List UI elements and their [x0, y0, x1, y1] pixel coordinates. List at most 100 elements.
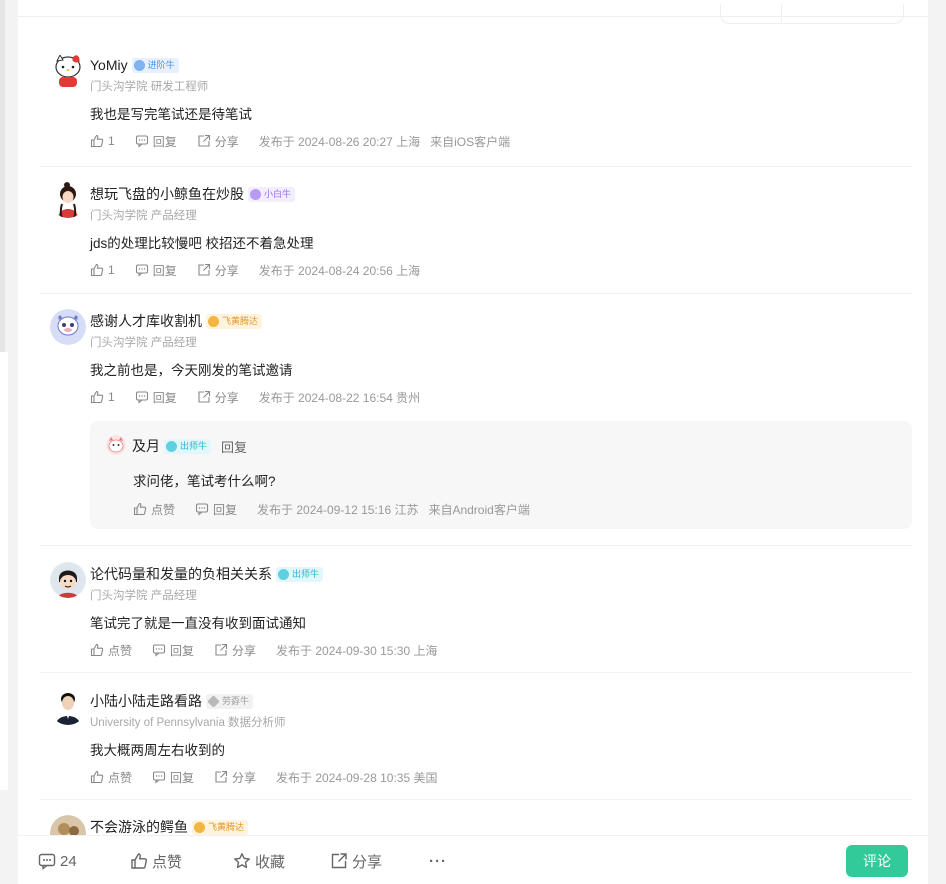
badge-icon — [250, 188, 261, 200]
username[interactable]: 不会游泳的鳄鱼 — [90, 817, 188, 835]
reply-label: 回复 — [170, 770, 195, 785]
comment-button-label: 评论 — [863, 853, 891, 869]
like-count: 1 — [108, 390, 115, 404]
post-time: 发布于 2024-09-12 15:16 江苏 — [257, 502, 419, 517]
post-time: 发布于 2024-08-22 16:54 贵州 — [258, 390, 421, 405]
comment-item: 小陆小陆走路看路 劳孬牛 University of Pennsylvania … — [50, 689, 912, 789]
like-label: 点赞 — [151, 502, 176, 517]
thumbs-up-icon — [131, 853, 148, 869]
level-badge: 飞黄腾达 — [206, 313, 263, 329]
reply-avatar[interactable] — [106, 435, 126, 455]
badge-icon — [133, 59, 145, 71]
reply-button[interactable]: 回复 — [135, 133, 177, 150]
level-badge: 进阶牛 — [131, 57, 179, 73]
avatar[interactable] — [50, 53, 86, 89]
username[interactable]: 小陆小陆走路看路 — [90, 691, 202, 711]
divider — [40, 545, 912, 546]
share-label: 分享 — [214, 390, 239, 405]
chat-bubble-icon — [152, 644, 166, 657]
comment-content: 我也是写完笔试还是待笔试 — [90, 107, 252, 122]
share-button[interactable]: 分享 — [197, 262, 239, 279]
reply-label: 回复 — [213, 502, 238, 517]
reply-button[interactable]: 回复 — [135, 262, 177, 279]
more-options-button[interactable]: ··· — [429, 851, 447, 871]
username[interactable]: 感谢人才库收割机 — [90, 311, 202, 331]
share-label: 分享 — [352, 853, 383, 871]
bottom-action-bar: 24 点赞 收藏 分享 ··· 评论 — [18, 835, 928, 884]
avatar[interactable] — [50, 562, 86, 598]
comment-content: 笔试完了就是一直没有收到面试通知 — [90, 616, 306, 631]
comment-item: 论代码量和发量的负相关关系 出师牛 门头沟学院 产品经理 笔试完了就是一直没有收… — [50, 562, 912, 662]
like-button[interactable]: 1 — [90, 134, 115, 148]
share-label: 分享 — [232, 643, 257, 658]
share-button[interactable]: 分享 — [214, 642, 256, 659]
comment-item: 想玩飞盘的小鲸鱼在炒股 小白牛 门头沟学院 产品经理 jds的处理比较慢吧 校招… — [50, 182, 912, 282]
comment-count-button[interactable]: 24 — [38, 851, 77, 871]
reply-content: 求问佬，笔试考什么啊? — [133, 474, 276, 489]
username[interactable]: YoMiy — [90, 57, 128, 73]
reply-username[interactable]: 及月 — [132, 436, 160, 456]
badge-label: 飞黄腾达 — [222, 315, 259, 326]
share-post-button[interactable]: 分享 — [330, 851, 382, 871]
reply-button[interactable]: 回复 — [152, 642, 194, 659]
post-time: 发布于 2024-09-30 15:30 上海 — [276, 643, 438, 658]
comment-icon — [38, 853, 56, 870]
thumbs-up-icon — [133, 502, 147, 516]
more-icon: ··· — [429, 852, 447, 870]
comment-actions: 1 回复 分享 发布于 2024-08-26 20:27 上海 来自iOS客户端 — [90, 133, 520, 149]
reply-button[interactable]: 回复 — [152, 769, 194, 786]
like-button[interactable]: 点赞 — [90, 642, 132, 659]
post-source: 来自Android客户端 — [428, 502, 530, 517]
user-subtitle: 门头沟学院 研发工程师 — [90, 81, 209, 93]
badge-icon — [278, 568, 289, 580]
level-badge: 劳孬牛 — [206, 693, 254, 709]
avatar[interactable] — [50, 182, 86, 218]
comment-actions: 点赞 回复 分享 发布于 2024-09-28 10:35 美国 — [90, 769, 447, 785]
chat-bubble-icon — [152, 771, 166, 784]
chat-bubble-icon — [195, 503, 209, 516]
reply-button[interactable]: 回复 — [195, 501, 237, 518]
badge-label: 劳孬牛 — [222, 695, 250, 706]
username[interactable]: 想玩飞盘的小鲸鱼在炒股 — [90, 184, 244, 204]
like-button[interactable]: 1 — [90, 390, 115, 404]
avatar[interactable] — [50, 309, 86, 345]
chat-bubble-icon — [135, 264, 148, 277]
reply-button[interactable]: 回复 — [135, 389, 177, 406]
share-button[interactable]: 分享 — [214, 769, 256, 786]
reply-actions: 点赞 回复 发布于 2024-09-12 15:16 江苏 来自Android客… — [133, 501, 540, 517]
like-button[interactable]: 点赞 — [90, 769, 132, 786]
level-badge: 小白牛 — [248, 186, 296, 202]
like-button[interactable]: 点赞 — [133, 501, 175, 518]
reply-thread: 及月 出师牛 回复 求问佬，笔试考什么啊? 点赞 回复 发布于 2024-09-… — [90, 421, 912, 529]
comment-submit-button[interactable]: 评论 — [846, 845, 908, 877]
share-icon — [198, 134, 210, 147]
divider — [40, 293, 912, 294]
level-badge: 出师牛 — [164, 438, 212, 454]
comment-count: 24 — [60, 852, 77, 870]
left-scrollbar[interactable] — [0, 0, 5, 352]
username[interactable]: 论代码量和发量的负相关关系 — [90, 564, 272, 584]
avatar[interactable] — [50, 689, 86, 725]
badge-icon — [208, 315, 219, 327]
share-button[interactable]: 分享 — [197, 133, 239, 150]
share-icon — [198, 263, 210, 276]
chat-bubble-icon — [135, 391, 148, 404]
like-label: 点赞 — [108, 643, 133, 658]
thumbs-up-icon — [90, 134, 104, 148]
like-button[interactable]: 1 — [90, 263, 115, 277]
like-label: 点赞 — [108, 770, 133, 785]
share-icon — [215, 643, 228, 656]
like-post-button[interactable]: 点赞 — [130, 851, 182, 871]
reply-label: 回复 — [152, 263, 177, 278]
share-button[interactable]: 分享 — [197, 389, 239, 406]
favorite-button[interactable]: 收藏 — [233, 851, 285, 871]
thumbs-up-icon — [90, 643, 104, 657]
like-count: 1 — [108, 134, 115, 148]
level-badge: 飞黄腾达 — [192, 819, 249, 835]
share-label: 分享 — [232, 770, 257, 785]
share-icon — [215, 770, 228, 783]
reply-link[interactable]: 回复 — [221, 437, 247, 456]
badge-icon — [194, 821, 205, 833]
avatar[interactable] — [50, 815, 86, 835]
sort-toggle[interactable] — [720, 4, 904, 24]
